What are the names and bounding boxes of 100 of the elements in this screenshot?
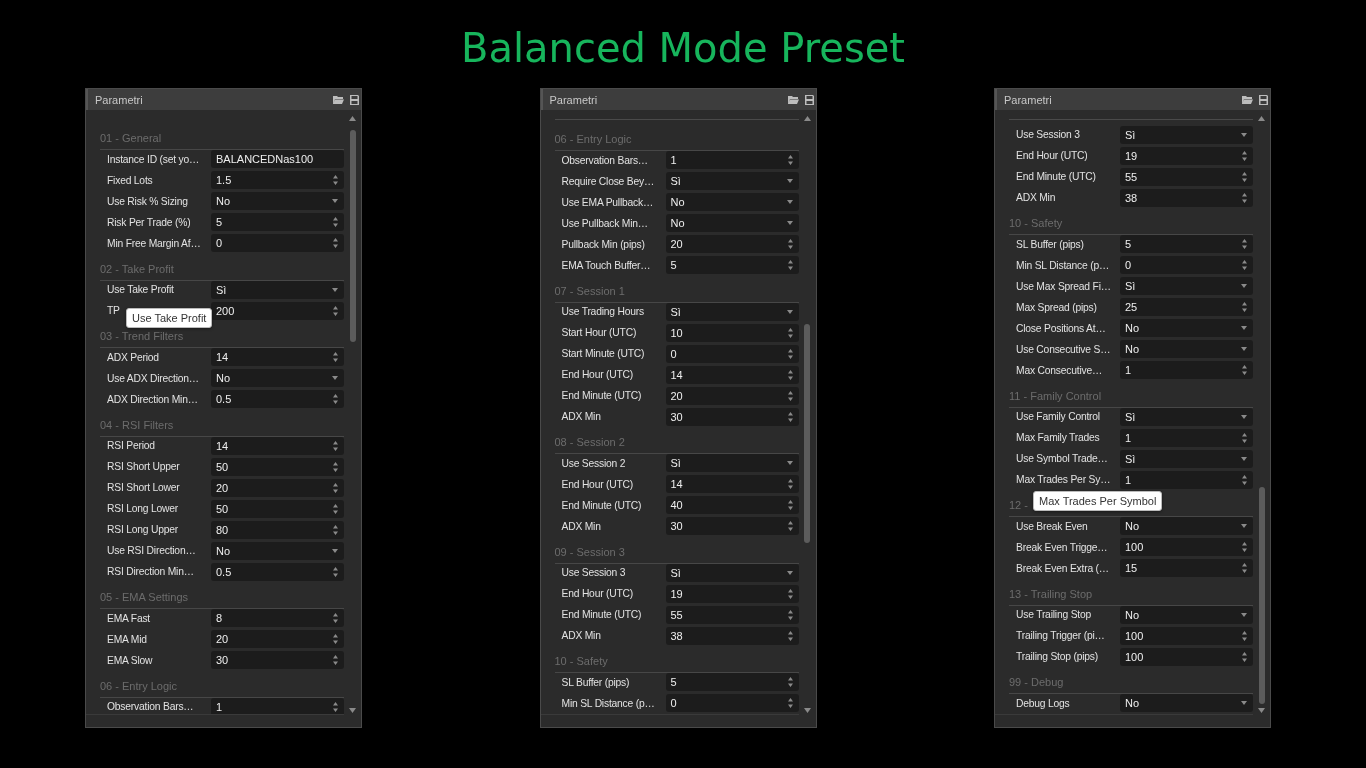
spinner-icon[interactable] [1242,171,1247,182]
dropdown-field[interactable]: No [211,541,344,560]
dropdown-field[interactable]: Sì [665,454,799,472]
dropdown-field[interactable]: Sì [1120,277,1253,295]
scrollbar-thumb[interactable] [804,324,810,544]
number-field[interactable]: 8 [211,609,344,627]
number-field[interactable]: 20 [665,386,799,405]
number-field[interactable]: 1.5 [211,171,344,189]
number-field[interactable]: 1 [665,151,799,169]
spinner-icon[interactable] [333,503,338,514]
dropdown-field[interactable]: No [665,193,799,211]
number-field[interactable]: 0 [1120,256,1253,274]
spinner-icon[interactable] [787,698,793,708]
save-icon[interactable] [1259,94,1268,105]
spinner-icon[interactable] [1242,474,1247,485]
number-field[interactable]: 20 [665,235,799,253]
number-field[interactable]: 38 [1120,188,1253,207]
dropdown-field[interactable]: No [211,192,344,210]
caret-icon[interactable] [1241,701,1247,705]
dropdown-field[interactable]: Sì [1120,449,1253,468]
number-field[interactable]: 20 [211,630,344,648]
number-field[interactable]: 0 [211,234,344,252]
text-field[interactable]: BALANCEDNas100 [211,150,344,168]
number-field[interactable]: 55 [665,605,799,624]
number-field[interactable]: 1 [1120,470,1253,489]
scroll-down-icon[interactable] [349,708,356,713]
scroll-up-icon[interactable] [803,116,811,121]
number-field[interactable]: 1 [1120,428,1253,447]
caret-icon[interactable] [786,221,793,225]
dropdown-field[interactable]: No [211,369,344,387]
number-field[interactable]: 5 [665,673,799,691]
spinner-icon[interactable] [1242,432,1247,443]
number-field[interactable]: 30 [211,651,344,669]
caret-icon[interactable] [1241,284,1247,288]
spinner-icon[interactable] [333,217,338,227]
spinner-icon[interactable] [333,524,338,535]
spinner-icon[interactable] [333,461,338,472]
spinner-icon[interactable] [787,609,793,620]
number-field[interactable]: 1 [1120,361,1253,379]
spinner-icon[interactable] [333,655,338,665]
caret-icon[interactable] [786,179,793,183]
spinner-icon[interactable] [787,588,793,599]
number-field[interactable]: 5 [211,213,344,231]
number-field[interactable]: 55 [1120,167,1253,186]
spinner-icon[interactable] [333,440,338,451]
spinner-icon[interactable] [787,521,793,531]
caret-icon[interactable] [1241,524,1247,528]
spinner-icon[interactable] [333,238,338,248]
number-field[interactable]: 14 [665,365,799,384]
number-field[interactable]: 40 [665,496,799,514]
spinner-icon[interactable] [333,613,338,623]
caret-icon[interactable] [786,570,793,575]
number-field[interactable]: 10 [665,323,799,342]
number-field[interactable]: 50 [211,499,344,518]
number-field[interactable]: 30 [665,517,799,535]
dropdown-field[interactable]: No [665,214,799,232]
dropdown-field[interactable]: No [1120,694,1253,712]
spinner-icon[interactable] [787,479,793,489]
spinner-icon[interactable] [787,677,793,687]
spinner-icon[interactable] [787,155,793,165]
spinner-icon[interactable] [1242,192,1247,203]
spinner-icon[interactable] [1242,239,1247,249]
dropdown-field[interactable]: No [1120,340,1253,358]
number-field[interactable]: 0.5 [211,390,344,408]
number-field[interactable]: 0 [665,694,799,712]
spinner-icon[interactable] [787,411,793,422]
spinner-icon[interactable] [787,630,793,641]
dropdown-field[interactable]: Sì [1120,125,1253,144]
caret-icon[interactable] [1241,612,1247,617]
caret-icon[interactable] [786,461,793,465]
caret-icon[interactable] [1241,456,1247,461]
number-field[interactable]: 25 [1120,298,1253,316]
number-field[interactable]: 0 [665,344,799,363]
number-field[interactable]: 38 [665,626,799,645]
spinner-icon[interactable] [333,175,338,185]
spinner-icon[interactable] [1242,630,1247,641]
save-icon[interactable] [350,94,359,105]
spinner-icon[interactable] [787,260,793,270]
folder-icon[interactable] [1242,95,1253,104]
spinner-icon[interactable] [787,500,793,510]
spinner-icon[interactable] [1242,651,1247,662]
scroll-down-icon[interactable] [1258,708,1265,713]
spinner-icon[interactable] [333,394,338,404]
number-field[interactable]: 100 [1120,538,1253,556]
scroll-up-icon[interactable] [1258,116,1265,121]
folder-icon[interactable] [333,95,344,104]
caret-icon[interactable] [1241,414,1247,419]
dropdown-field[interactable]: No [1120,319,1253,337]
spinner-icon[interactable] [787,327,793,338]
folder-icon[interactable] [787,95,799,104]
number-field[interactable]: 200 [211,301,344,320]
number-field[interactable]: 5 [1120,235,1253,253]
number-field[interactable]: 19 [1120,146,1253,165]
number-field[interactable]: 19 [665,584,799,603]
number-field[interactable]: 30 [665,407,799,426]
number-field[interactable]: 50 [211,457,344,476]
spinner-icon[interactable] [333,305,338,316]
spinner-icon[interactable] [333,634,338,644]
number-field[interactable]: 80 [211,520,344,539]
caret-icon[interactable] [786,200,793,204]
